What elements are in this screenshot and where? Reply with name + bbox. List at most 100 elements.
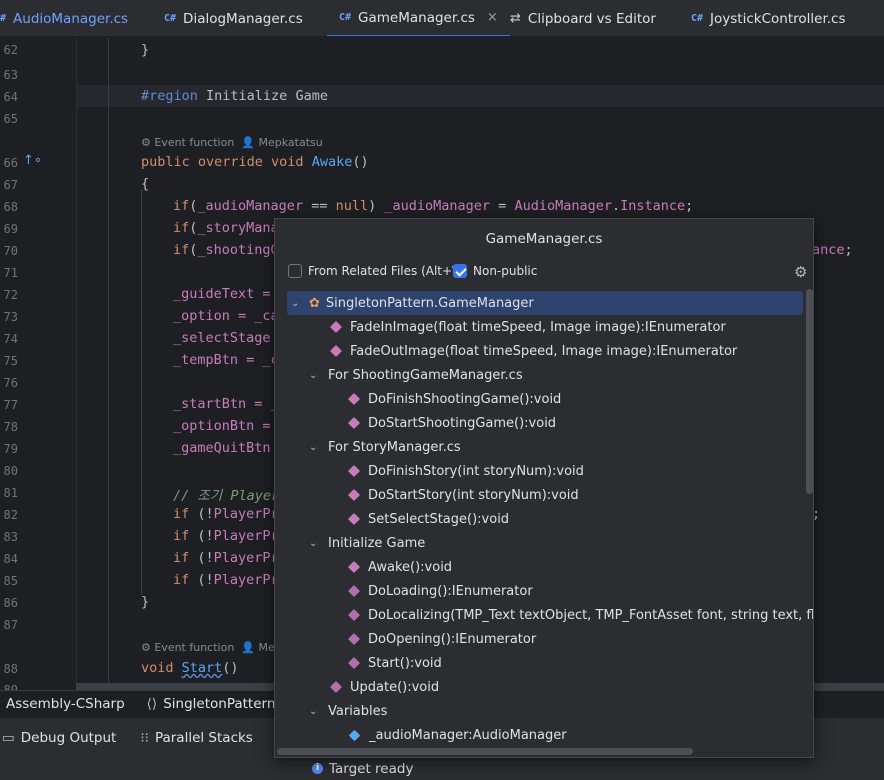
tree-node-label: Update():void (350, 679, 440, 695)
line-number: 83 (3, 530, 18, 544)
line-number: 73 (3, 310, 18, 324)
tree-node-method[interactable]: FadeInImage(float timeSpeed, Image image… (329, 315, 726, 339)
csharp-file-icon: # (0, 13, 7, 24)
chevron-down-icon[interactable]: ⌄ (291, 298, 301, 309)
code-line: if(_storyMana (173, 220, 279, 236)
tree-node-class[interactable]: ⌄ ✿ SingletonPattern.GameManager (287, 291, 803, 315)
private-method-icon (347, 632, 361, 646)
tree-node-private-method[interactable]: Start():void (347, 651, 442, 675)
tab-label: GameManager.cs (358, 9, 475, 26)
chevron-down-icon[interactable]: ⌄ (309, 706, 319, 717)
tree-node-label: DoLocalizing(TMP_Text textObject, TMP_Fo… (368, 607, 814, 623)
code-line-region: #region Initialize Game (141, 88, 328, 104)
method-icon (329, 320, 343, 334)
tree-node-label: DoLoading():IEnumerator (368, 583, 533, 599)
namespace-icon: ⟨⟩ (146, 695, 158, 712)
related-files-label: From Related Files (Alt+\) (308, 264, 461, 278)
private-method-icon (347, 608, 361, 622)
tree-node-private-method[interactable]: DoOpening():IEnumerator (347, 627, 537, 651)
class-icon: ✿ (309, 295, 320, 311)
tree-node-private-method[interactable]: DoLoading():IEnumerator (347, 579, 533, 603)
chevron-down-icon[interactable]: ⌄ (309, 538, 319, 549)
tree-node-method[interactable]: Awake():void (347, 555, 453, 579)
line-number: 62 (3, 43, 18, 57)
tree-node-private-method[interactable]: DoLocalizing(TMP_Text textObject, TMP_Fo… (347, 603, 814, 627)
line-number: 86 (3, 596, 18, 610)
tree-node-label: FadeOutImage(float timeSpeed, Image imag… (350, 343, 738, 359)
breadcrumb-namespace[interactable]: SingletonPattern (163, 696, 275, 712)
chevron-down-icon[interactable]: ⌄ (309, 442, 319, 453)
tree-node-group[interactable]: ⌄ For StoryManager.cs (309, 435, 461, 459)
tree-node-label: Start():void (368, 655, 442, 671)
tab-audio-manager[interactable]: # AudioManager.cs (0, 0, 128, 36)
tree-node-label: DoFinishShootingGame():void (368, 391, 562, 407)
nonpublic-label: Non-public (473, 264, 538, 278)
line-number: 81 (3, 486, 18, 500)
tab-label: JoystickController.cs (710, 10, 846, 27)
code-line: } (141, 594, 150, 610)
tool-tab-debug-output[interactable]: Debug Output (21, 730, 117, 746)
debug-output-icon: ▭ (2, 729, 15, 746)
method-icon (347, 512, 361, 526)
tab-dialog-manager[interactable]: C# DialogManager.cs (164, 0, 303, 36)
close-icon[interactable]: × (487, 10, 498, 25)
code-line-awake: public override void Awake() (141, 154, 369, 170)
editor-tab-bar: # AudioManager.cs C# DialogManager.cs C#… (0, 0, 884, 37)
method-icon (347, 392, 361, 406)
popup-horizontal-scrollbar[interactable] (277, 748, 693, 755)
code-line: _selectStage (173, 330, 271, 346)
tree-node-label: _audioManager:AudioManager (369, 727, 567, 743)
breadcrumb-project[interactable]: Assembly-CSharp (6, 696, 125, 712)
tab-game-manager[interactable]: C# GameManager.cs × (327, 0, 510, 36)
tree-node-method[interactable]: DoStartStory(int storyNum):void (347, 483, 579, 507)
tree-node-group[interactable]: ⌄ Initialize Game (309, 531, 425, 555)
code-line: if (!PlayerPr (173, 506, 279, 522)
tree-node-method[interactable]: SetSelectStage():void (347, 507, 510, 531)
code-comment: // 조기 Player (173, 488, 280, 504)
line-number: 87 (3, 618, 18, 632)
tool-tab-parallel-stacks[interactable]: Parallel Stacks (155, 730, 253, 746)
nonpublic-checkbox[interactable] (453, 264, 467, 278)
gear-icon[interactable]: ⚙ (794, 263, 807, 281)
tree-node-group[interactable]: ⌄ Variables (309, 699, 387, 723)
line-number: 84 (3, 552, 18, 566)
tab-clipboard-vs-editor[interactable]: ⇄ Clipboard vs Editor (510, 0, 656, 36)
tree-node-label: Awake():void (368, 559, 453, 575)
chevron-down-icon[interactable]: ⌄ (309, 370, 319, 381)
tree-node-variable[interactable]: _audioManager:AudioManager (348, 723, 567, 747)
code-line-start: void Start() (141, 660, 239, 676)
tree-node-label: SetSelectStage():void (368, 511, 510, 527)
csharp-file-icon: C# (339, 12, 352, 23)
popup-vertical-scrollbar[interactable] (806, 289, 813, 494)
code-line: _tempBtn = _c (173, 352, 279, 368)
line-number: 76 (3, 376, 18, 390)
tab-joystick-controller[interactable]: C# JoystickController.cs (691, 0, 846, 36)
tree-node-private-method[interactable]: Update():void (329, 675, 440, 699)
code-line: if(_audioManager == null) _audioManager … (173, 198, 694, 214)
tree-node-group[interactable]: ⌄ For ShootingGameManager.cs (309, 363, 523, 387)
method-icon (347, 416, 361, 430)
line-number: 85 (3, 574, 18, 588)
line-number: 78 (3, 420, 18, 434)
tree-node-label: DoOpening():IEnumerator (368, 631, 537, 647)
status-bar: i Target ready (0, 757, 884, 780)
override-gutter-icon[interactable]: ↑∘ (23, 153, 42, 168)
related-files-checkbox[interactable] (288, 264, 302, 278)
tree-node-label: SingletonPattern.GameManager (325, 295, 534, 311)
tab-label: Clipboard vs Editor (527, 10, 656, 27)
code-vision-hint[interactable]: ⚙ Event function 👤 Mepk (141, 641, 288, 654)
line-number: 74 (3, 332, 18, 346)
line-number: 79 (3, 442, 18, 456)
code-vision-hint[interactable]: ⚙ Event function 👤 Mepkatatsu (141, 136, 323, 149)
event-function-hint: Event function (154, 136, 235, 149)
tree-node-method[interactable]: DoFinishShootingGame():void (347, 387, 562, 411)
line-number: 63 (3, 68, 18, 82)
tree-node-method[interactable]: DoStartShootingGame():void (347, 411, 556, 435)
popup-title: GameManager.cs (485, 231, 603, 247)
file-structure-popup[interactable]: GameManager.cs From Related Files (Alt+\… (274, 218, 814, 758)
tree-node-method[interactable]: DoFinishStory(int storyNum):void (347, 459, 584, 483)
tree-node-label: For StoryManager.cs (328, 439, 461, 455)
tree-node-method[interactable]: FadeOutImage(float timeSpeed, Image imag… (329, 339, 738, 363)
line-number: 65 (3, 112, 18, 126)
code-line-tail: ance; (812, 242, 853, 258)
